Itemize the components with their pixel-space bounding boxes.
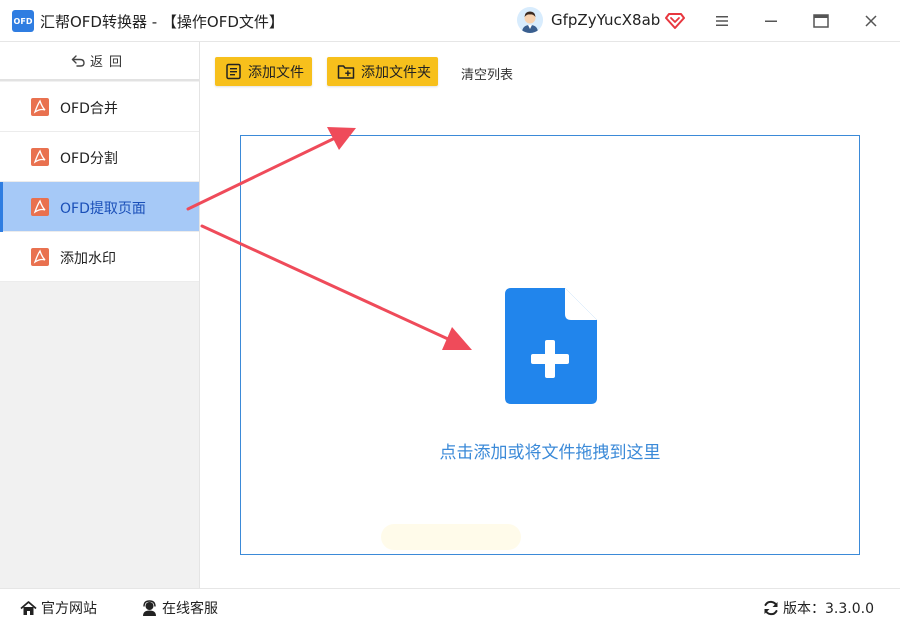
- app-title: 汇帮OFD转换器 - 【操作OFD文件】: [40, 13, 284, 31]
- sidebar-item-ofd-merge[interactable]: OFD合并: [0, 82, 199, 132]
- maximize-icon: [813, 14, 829, 28]
- folder-add-icon: [337, 65, 355, 79]
- pdf-icon: [31, 98, 49, 116]
- app-logo-icon: OFD: [12, 10, 34, 32]
- sidebar-item-label: OFD提取页面: [60, 201, 146, 217]
- undo-arrow-icon: [71, 54, 86, 67]
- support-agent-icon: [143, 600, 156, 616]
- clear-list-button[interactable]: 清空列表: [461, 64, 513, 83]
- close-button[interactable]: [858, 8, 884, 34]
- version-label: 版本：3.3.0.0: [783, 601, 874, 617]
- drop-hint-text: 点击添加或将文件拖拽到这里: [439, 443, 661, 463]
- add-folder-button[interactable]: 添加文件夹: [327, 57, 438, 86]
- back-label: 返回: [89, 55, 128, 70]
- minimize-button[interactable]: [758, 8, 784, 34]
- hamburger-icon: [716, 16, 728, 26]
- maximize-button[interactable]: [808, 8, 834, 34]
- close-icon: [865, 15, 877, 27]
- faint-background-mark: [381, 524, 521, 550]
- pdf-icon: [31, 198, 49, 216]
- file-list-icon: [226, 63, 241, 80]
- sidebar-item-add-watermark[interactable]: 添加水印: [0, 232, 199, 282]
- back-button[interactable]: 返回: [0, 42, 199, 81]
- sidebar: 返回 OFD合并 OFD分割 OFD提取页面 添加水印: [0, 42, 200, 588]
- menu-button[interactable]: [709, 8, 735, 34]
- add-folder-label: 添加文件夹: [361, 64, 431, 81]
- nav-list: OFD合并 OFD分割 OFD提取页面 添加水印: [0, 82, 199, 282]
- pdf-icon: [31, 248, 49, 266]
- pdf-icon: [31, 148, 49, 166]
- avatar-icon: [517, 7, 543, 33]
- online-support-link[interactable]: 在线客服: [141, 598, 218, 618]
- sidebar-item-ofd-extract-pages[interactable]: OFD提取页面: [0, 182, 199, 232]
- user-avatar[interactable]: [517, 7, 543, 33]
- home-icon: [20, 600, 37, 615]
- title-bar: OFD 汇帮OFD转换器 - 【操作OFD文件】 GfpZyYucX8ab: [0, 0, 900, 42]
- official-website-link[interactable]: 官方网站: [20, 598, 97, 618]
- version-info: 版本：3.3.0.0: [763, 598, 874, 618]
- sidebar-item-ofd-split[interactable]: OFD分割: [0, 132, 199, 182]
- minimize-icon: [765, 20, 777, 22]
- add-file-button[interactable]: 添加文件: [215, 57, 312, 86]
- vip-diamond-icon[interactable]: [665, 10, 685, 30]
- sidebar-item-label: 添加水印: [60, 251, 116, 267]
- website-label: 官方网站: [41, 601, 97, 617]
- sidebar-item-label: OFD合并: [60, 101, 118, 117]
- file-drop-zone[interactable]: 点击添加或将文件拖拽到这里: [240, 135, 860, 555]
- user-name[interactable]: GfpZyYucX8ab: [551, 11, 660, 29]
- add-file-label: 添加文件: [248, 64, 304, 81]
- status-bar: 官方网站 在线客服 版本：3.3.0.0: [0, 588, 900, 622]
- support-label: 在线客服: [162, 601, 218, 617]
- file-add-icon: [505, 288, 597, 404]
- sidebar-item-label: OFD分割: [60, 151, 118, 167]
- refresh-icon: [764, 600, 778, 616]
